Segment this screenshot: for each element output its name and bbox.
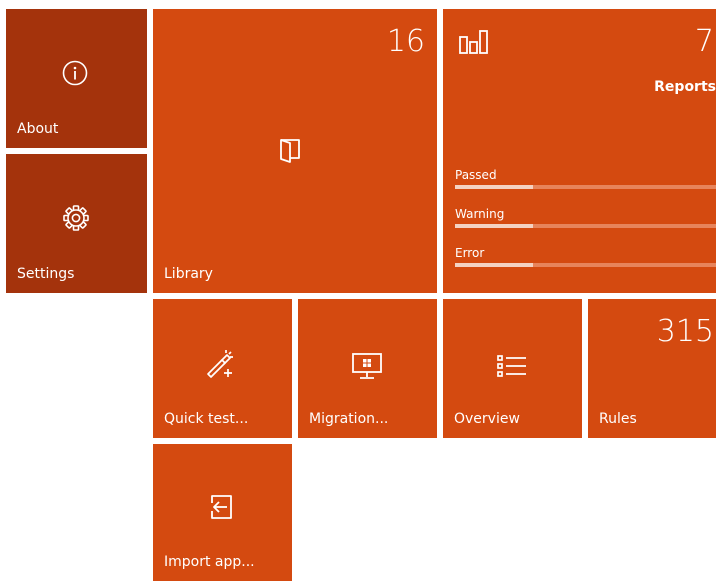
import-icon	[211, 495, 232, 519]
reports-label: Reports	[654, 79, 716, 95]
library-label: Library	[164, 266, 213, 282]
gear-icon	[63, 205, 89, 231]
library-count: 16	[386, 24, 425, 59]
stat-passed-fill	[455, 185, 534, 189]
rules-count: 315	[656, 314, 714, 349]
stat-error: Error	[455, 246, 716, 268]
settings-label: Settings	[17, 266, 75, 282]
stat-error-label: Error	[455, 246, 485, 260]
migration-label: Migration...	[309, 411, 389, 427]
reports-count: 7	[694, 24, 714, 59]
settings-tile[interactable]: Settings	[6, 154, 147, 293]
stat-warning-track	[455, 224, 716, 228]
rules-label: Rules	[599, 411, 637, 427]
quick-test-tile[interactable]: Quick test...	[153, 299, 292, 438]
magic-wand-icon	[207, 350, 233, 378]
stat-warning-label: Warning	[455, 207, 505, 221]
stat-error-fill	[455, 263, 534, 267]
list-icon	[497, 355, 526, 377]
about-tile[interactable]: About	[6, 9, 147, 148]
stat-passed-label: Passed	[455, 168, 497, 182]
rules-tile[interactable]: 315 Rules	[588, 299, 716, 438]
import-app-tile[interactable]: Import app...	[153, 444, 292, 581]
import-app-label: Import app...	[164, 554, 255, 570]
stat-passed: Passed	[455, 168, 716, 190]
quick-test-label: Quick test...	[164, 411, 249, 427]
monitor-windows-icon	[352, 353, 382, 379]
stat-warning: Warning	[455, 207, 716, 229]
about-label: About	[17, 121, 59, 137]
bar-chart-icon	[459, 30, 488, 54]
stat-warning-fill	[455, 224, 534, 228]
book-icon	[280, 139, 300, 163]
stat-error-track	[455, 263, 716, 267]
stat-passed-track	[455, 185, 716, 189]
overview-tile[interactable]: Overview	[443, 299, 582, 438]
library-tile[interactable]: 16 Library	[153, 9, 437, 293]
info-icon	[62, 60, 88, 86]
overview-label: Overview	[454, 411, 520, 427]
migration-tile[interactable]: Migration...	[298, 299, 437, 438]
reports-tile[interactable]: 7 Reports Passed Warning Error	[443, 9, 716, 293]
